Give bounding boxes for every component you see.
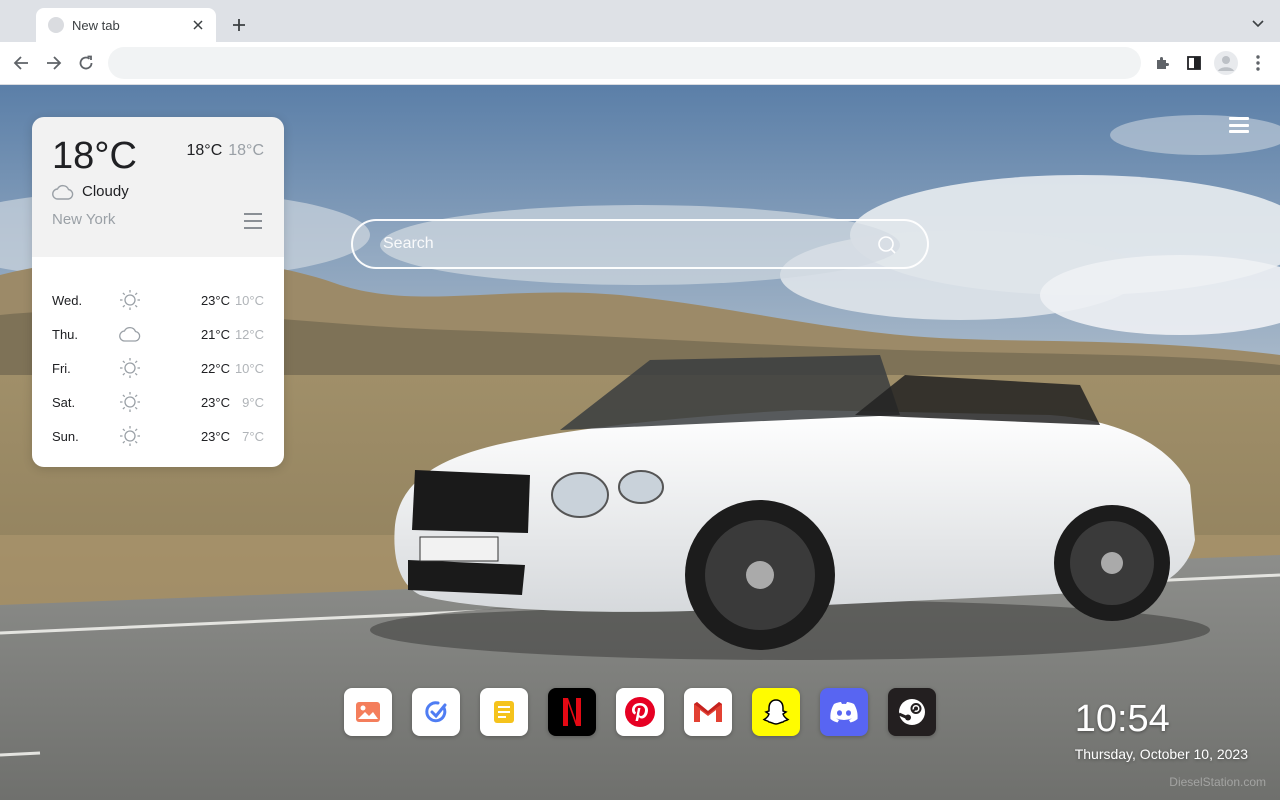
sun-icon: [110, 357, 150, 379]
snapchat-app[interactable]: [752, 688, 800, 736]
discord-app[interactable]: [820, 688, 868, 736]
current-temperature: 18°C: [52, 135, 137, 177]
note-icon: [494, 701, 514, 723]
notes-app[interactable]: [480, 688, 528, 736]
reload-icon[interactable]: [74, 51, 98, 75]
plus-icon[interactable]: [228, 14, 250, 36]
forecast-row: Fri. 22°C 10°C: [32, 351, 284, 385]
weather-condition: Cloudy: [52, 183, 129, 200]
app-dock: [344, 688, 936, 736]
check-icon: [425, 701, 447, 723]
address-input[interactable]: [108, 47, 1141, 79]
extensions-puzzle-icon[interactable]: [1150, 51, 1174, 75]
tab-title: New tab: [72, 17, 120, 33]
search-icon[interactable]: [877, 235, 897, 255]
forecast-low: 10°C: [234, 360, 264, 376]
cloud-icon: [110, 326, 150, 342]
steam-app[interactable]: [888, 688, 936, 736]
search-input[interactable]: [353, 221, 927, 267]
forecast-day: Sun.: [52, 428, 79, 444]
chevron-down-icon[interactable]: [1248, 14, 1268, 34]
discord-icon: [830, 702, 858, 723]
clock-date: Thursday, October 10, 2023: [1074, 746, 1248, 762]
pinterest-app[interactable]: [616, 688, 664, 736]
condition-text: Cloudy: [82, 183, 129, 200]
tab-new-tab[interactable]: New tab: [36, 8, 216, 42]
back-arrow-icon[interactable]: [9, 51, 33, 75]
page-menu-icon[interactable]: [1228, 115, 1250, 135]
netflix-icon: [563, 698, 581, 726]
favicon-icon: [48, 17, 64, 33]
tab-strip: New tab: [0, 0, 1280, 42]
forecast-row: Thu. 21°C 12°C: [32, 317, 284, 351]
forecast-row: Wed. 23°C 10°C: [32, 283, 284, 317]
weather-current: 18°C 18°C 18°C Cloudy New York: [32, 117, 284, 257]
forecast-row: Sun. 23°C 7°C: [32, 419, 284, 453]
weather-widget: 18°C 18°C 18°C Cloudy New York Wed. 23°C …: [32, 117, 284, 467]
sun-icon: [110, 425, 150, 447]
forecast-low: 10°C: [234, 292, 264, 308]
netflix-app[interactable]: [548, 688, 596, 736]
kebab-menu-icon[interactable]: [1246, 51, 1270, 75]
list-icon[interactable]: [244, 213, 262, 229]
pinterest-icon: [625, 697, 655, 727]
forecast-day: Thu.: [52, 326, 79, 342]
profile-avatar-icon[interactable]: [1214, 51, 1238, 75]
sun-icon: [110, 289, 150, 311]
forecast-high: 22°C: [200, 360, 230, 376]
forecast-day: Fri.: [52, 360, 71, 376]
wallpaper-watermark: DieselStation.com: [1169, 775, 1266, 789]
new-tab-page: 18°C 18°C 18°C Cloudy New York Wed. 23°C …: [0, 85, 1280, 800]
gmail-icon: [694, 702, 722, 722]
forecast-high: 23°C: [200, 394, 230, 410]
steam-icon: [898, 699, 925, 725]
forecast-low: 12°C: [234, 326, 264, 342]
forecast-high: 21°C: [200, 326, 230, 342]
forward-arrow-icon[interactable]: [42, 51, 66, 75]
snapchat-icon: [762, 699, 790, 725]
forecast-high: 23°C: [200, 292, 230, 308]
forecast-day: Wed.: [52, 292, 83, 308]
forecast-low: 9°C: [242, 394, 264, 410]
tab-close-icon[interactable]: [190, 17, 206, 33]
address-bar[interactable]: [108, 47, 1141, 79]
side-panel-icon[interactable]: [1182, 51, 1206, 75]
clock-widget: 10:54 Thursday, October 10, 2023: [1075, 700, 1248, 762]
weather-forecast: Wed. 23°C 10°C Thu. 21°C 12°C Fri. 22°C …: [32, 257, 284, 467]
sun-icon: [110, 391, 150, 413]
today-low: 18°C: [228, 142, 264, 159]
search-box[interactable]: [351, 219, 929, 269]
forecast-day: Sat.: [52, 394, 76, 410]
today-high: 18°C: [186, 142, 223, 159]
image-icon: [356, 702, 380, 722]
todo-app[interactable]: [412, 688, 460, 736]
today-high-low: 18°C 18°C: [187, 142, 265, 160]
city-name: New York: [52, 211, 116, 228]
cloud-icon: [52, 184, 74, 200]
forecast-high: 23°C: [200, 428, 230, 444]
gallery-app[interactable]: [344, 688, 392, 736]
clock-time: 10:54: [1074, 698, 1170, 740]
forecast-row: Sat. 23°C 9°C: [32, 385, 284, 419]
gmail-app[interactable]: [684, 688, 732, 736]
browser-toolbar: [0, 42, 1280, 85]
forecast-low: 7°C: [242, 428, 264, 444]
